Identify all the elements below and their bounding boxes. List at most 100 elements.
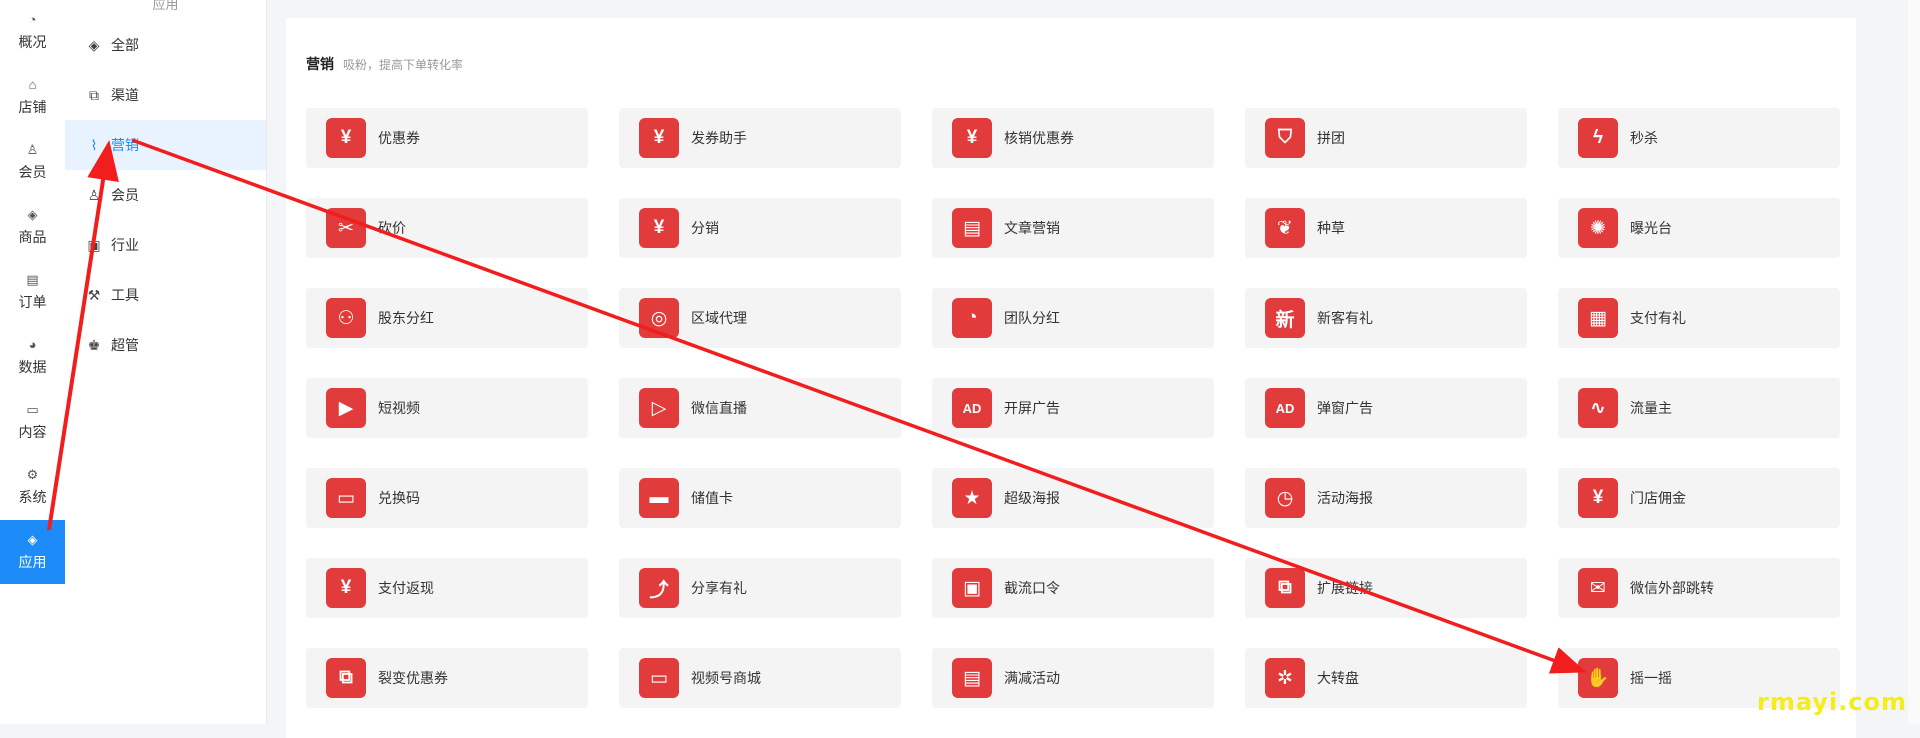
app-card[interactable]: ⤴ 分享有礼	[619, 558, 901, 618]
app-card[interactable]: ¥ 门店佣金	[1558, 468, 1840, 528]
subnav-header: 应用	[152, 0, 179, 12]
order-icon: ▤	[26, 271, 39, 287]
app-card[interactable]: ◷ 活动海报	[1245, 468, 1527, 528]
app-card[interactable]: ✂ 砍价	[306, 198, 588, 258]
cube-icon: ◈	[27, 206, 38, 222]
app-card-label: 区域代理	[691, 310, 747, 326]
app-card[interactable]: ▷ 微信直播	[619, 378, 901, 438]
team-dividend-icon: ◔	[952, 298, 992, 338]
rail-item-8[interactable]: ◈ 应用	[0, 520, 65, 584]
region-agent-icon: ◎	[639, 298, 679, 338]
app-card[interactable]: ❦ 种草	[1245, 198, 1527, 258]
subnav-item-2[interactable]: ⌇ 营销	[65, 120, 266, 170]
channel-icon: ⧉	[89, 86, 99, 103]
wrench-icon: ⚒	[87, 286, 101, 303]
sprout-icon: ❦	[1265, 208, 1305, 248]
wechat-jump-icon: ✉	[1578, 568, 1618, 608]
app-card[interactable]: AD 弹窗广告	[1245, 378, 1527, 438]
rail-item-1[interactable]: ⌂ 店铺	[0, 65, 65, 129]
rail-item-7[interactable]: ⚙ 系统	[0, 455, 65, 519]
app-card-label: 支付有礼	[1630, 310, 1686, 326]
app-card[interactable]: 新新客有礼	[1245, 288, 1527, 348]
app-card-label: 截流口令	[1004, 580, 1060, 596]
popup-ad-icon: AD	[1265, 388, 1305, 428]
app-card[interactable]: ▭ 兑换码	[306, 468, 588, 528]
rail-item-0[interactable]: ◔ 概况	[0, 0, 65, 64]
subnav-item-label: 超管	[111, 337, 139, 353]
subnav-item-0[interactable]: ◈ 全部	[65, 20, 266, 70]
sub-sidebar: 应用 ◈ 全部 ⧉ 渠道 ⌇ 营销 ♙ 会员 ▣ 行业 ⚒ 工具 ♚ 超管	[65, 0, 267, 724]
rail-item-3[interactable]: ◈ 商品	[0, 195, 65, 259]
app-card[interactable]: ¥ 核销优惠券	[932, 108, 1214, 168]
app-card[interactable]: ▶ 短视频	[306, 378, 588, 438]
app-card[interactable]: ▤ 满减活动	[932, 648, 1214, 708]
app-card[interactable]: ◔ 团队分红	[932, 288, 1214, 348]
app-card-label: 摇一摇	[1630, 670, 1672, 686]
subnav-item-5[interactable]: ⚒ 工具	[65, 270, 266, 320]
rail-item-label: 数据	[18, 358, 47, 375]
rail-item-4[interactable]: ▤ 订单	[0, 260, 65, 324]
user-icon: ♙	[26, 141, 39, 157]
app-card[interactable]: ✉ 微信外部跳转	[1558, 558, 1840, 618]
app-card-label: 团队分红	[1004, 310, 1060, 326]
subnav-item-3[interactable]: ♙ 会员	[65, 170, 266, 220]
gauge-icon: ◔	[28, 11, 37, 27]
rail-item-label: 店铺	[18, 98, 47, 115]
traffic-icon: ∿	[1578, 388, 1618, 428]
exposure-icon: ✺	[1578, 208, 1618, 248]
coupon-helper-icon: ¥	[639, 118, 679, 158]
app-card-label: 核销优惠券	[1004, 130, 1074, 146]
subnav-item-label: 渠道	[111, 87, 139, 103]
app-card[interactable]: ⧉ 扩展链接	[1245, 558, 1527, 618]
app-card[interactable]: ✲ 大转盘	[1245, 648, 1527, 708]
rail-item-label: 商品	[18, 228, 47, 245]
page-scrollbar[interactable]	[1908, 0, 1920, 724]
user-icon: ♙	[87, 186, 101, 203]
app-card[interactable]: ▣ 截流口令	[932, 558, 1214, 618]
app-card[interactable]: ¥ 发券助手	[619, 108, 901, 168]
stored-card-icon: ▬	[639, 478, 679, 518]
app-card[interactable]: ★ 超级海报	[932, 468, 1214, 528]
app-card-label: 开屏广告	[1004, 400, 1060, 416]
group-buy-icon: ⛉	[1265, 118, 1305, 158]
app-card[interactable]: ◎ 区域代理	[619, 288, 901, 348]
app-card[interactable]: ¥ 支付返现	[306, 558, 588, 618]
rail-item-2[interactable]: ♙ 会员	[0, 130, 65, 194]
app-card[interactable]: ▤ 文章营销	[932, 198, 1214, 258]
coupon-icon: ¥	[326, 118, 366, 158]
app-card-label: 分享有礼	[691, 580, 747, 596]
password-icon: ▣	[952, 568, 992, 608]
subnav-item-6[interactable]: ♚ 超管	[65, 320, 266, 370]
app-card-label: 扩展链接	[1317, 580, 1373, 596]
app-card[interactable]: ∿ 流量主	[1558, 378, 1840, 438]
app-card[interactable]: ▦ 支付有礼	[1558, 288, 1840, 348]
flash-sale-icon: ϟ	[1578, 118, 1618, 158]
app-card[interactable]: ⛉ 拼团	[1245, 108, 1527, 168]
cube-icon: ◈	[88, 36, 100, 53]
app-card[interactable]: ¥ 优惠券	[306, 108, 588, 168]
app-card-label: 超级海报	[1004, 490, 1060, 506]
app-card-label: 新客有礼	[1317, 310, 1373, 326]
bargain-icon: ✂	[326, 208, 366, 248]
rail-item-label: 会员	[18, 163, 47, 180]
app-card[interactable]: ϟ 秒杀	[1558, 108, 1840, 168]
rail-item-label: 概况	[18, 33, 47, 50]
app-card[interactable]: ⚇ 股东分红	[306, 288, 588, 348]
app-card[interactable]: ▬ 储值卡	[619, 468, 901, 528]
rail-item-6[interactable]: ▭ 内容	[0, 390, 65, 454]
rail-item-5[interactable]: ◕ 数据	[0, 325, 65, 389]
app-card[interactable]: ¥ 分销	[619, 198, 901, 258]
subnav-item-4[interactable]: ▣ 行业	[65, 220, 266, 270]
main-panel: 营销 吸粉，提高下单转化率 ¥ 优惠券 ¥ 发券助手 ¥ 核销优惠券 ⛉ 拼团 ϟ 秒杀 ✂ 砍价 ¥ 分…	[286, 18, 1856, 738]
app-card[interactable]: ✺ 曝光台	[1558, 198, 1840, 258]
app-card-label: 流量主	[1630, 400, 1672, 416]
section-header: 营销 吸粉，提高下单转化率	[306, 54, 463, 74]
app-card[interactable]: AD 开屏广告	[932, 378, 1214, 438]
poster-icon: ★	[952, 478, 992, 518]
video-icon: ▶	[326, 388, 366, 428]
section-title: 营销	[306, 56, 334, 72]
subnav-item-1[interactable]: ⧉ 渠道	[65, 70, 266, 120]
app-card[interactable]: ⧉ 裂变优惠券	[306, 648, 588, 708]
app-card[interactable]: ▭ 视频号商城	[619, 648, 901, 708]
rail-item-label: 订单	[18, 293, 47, 310]
